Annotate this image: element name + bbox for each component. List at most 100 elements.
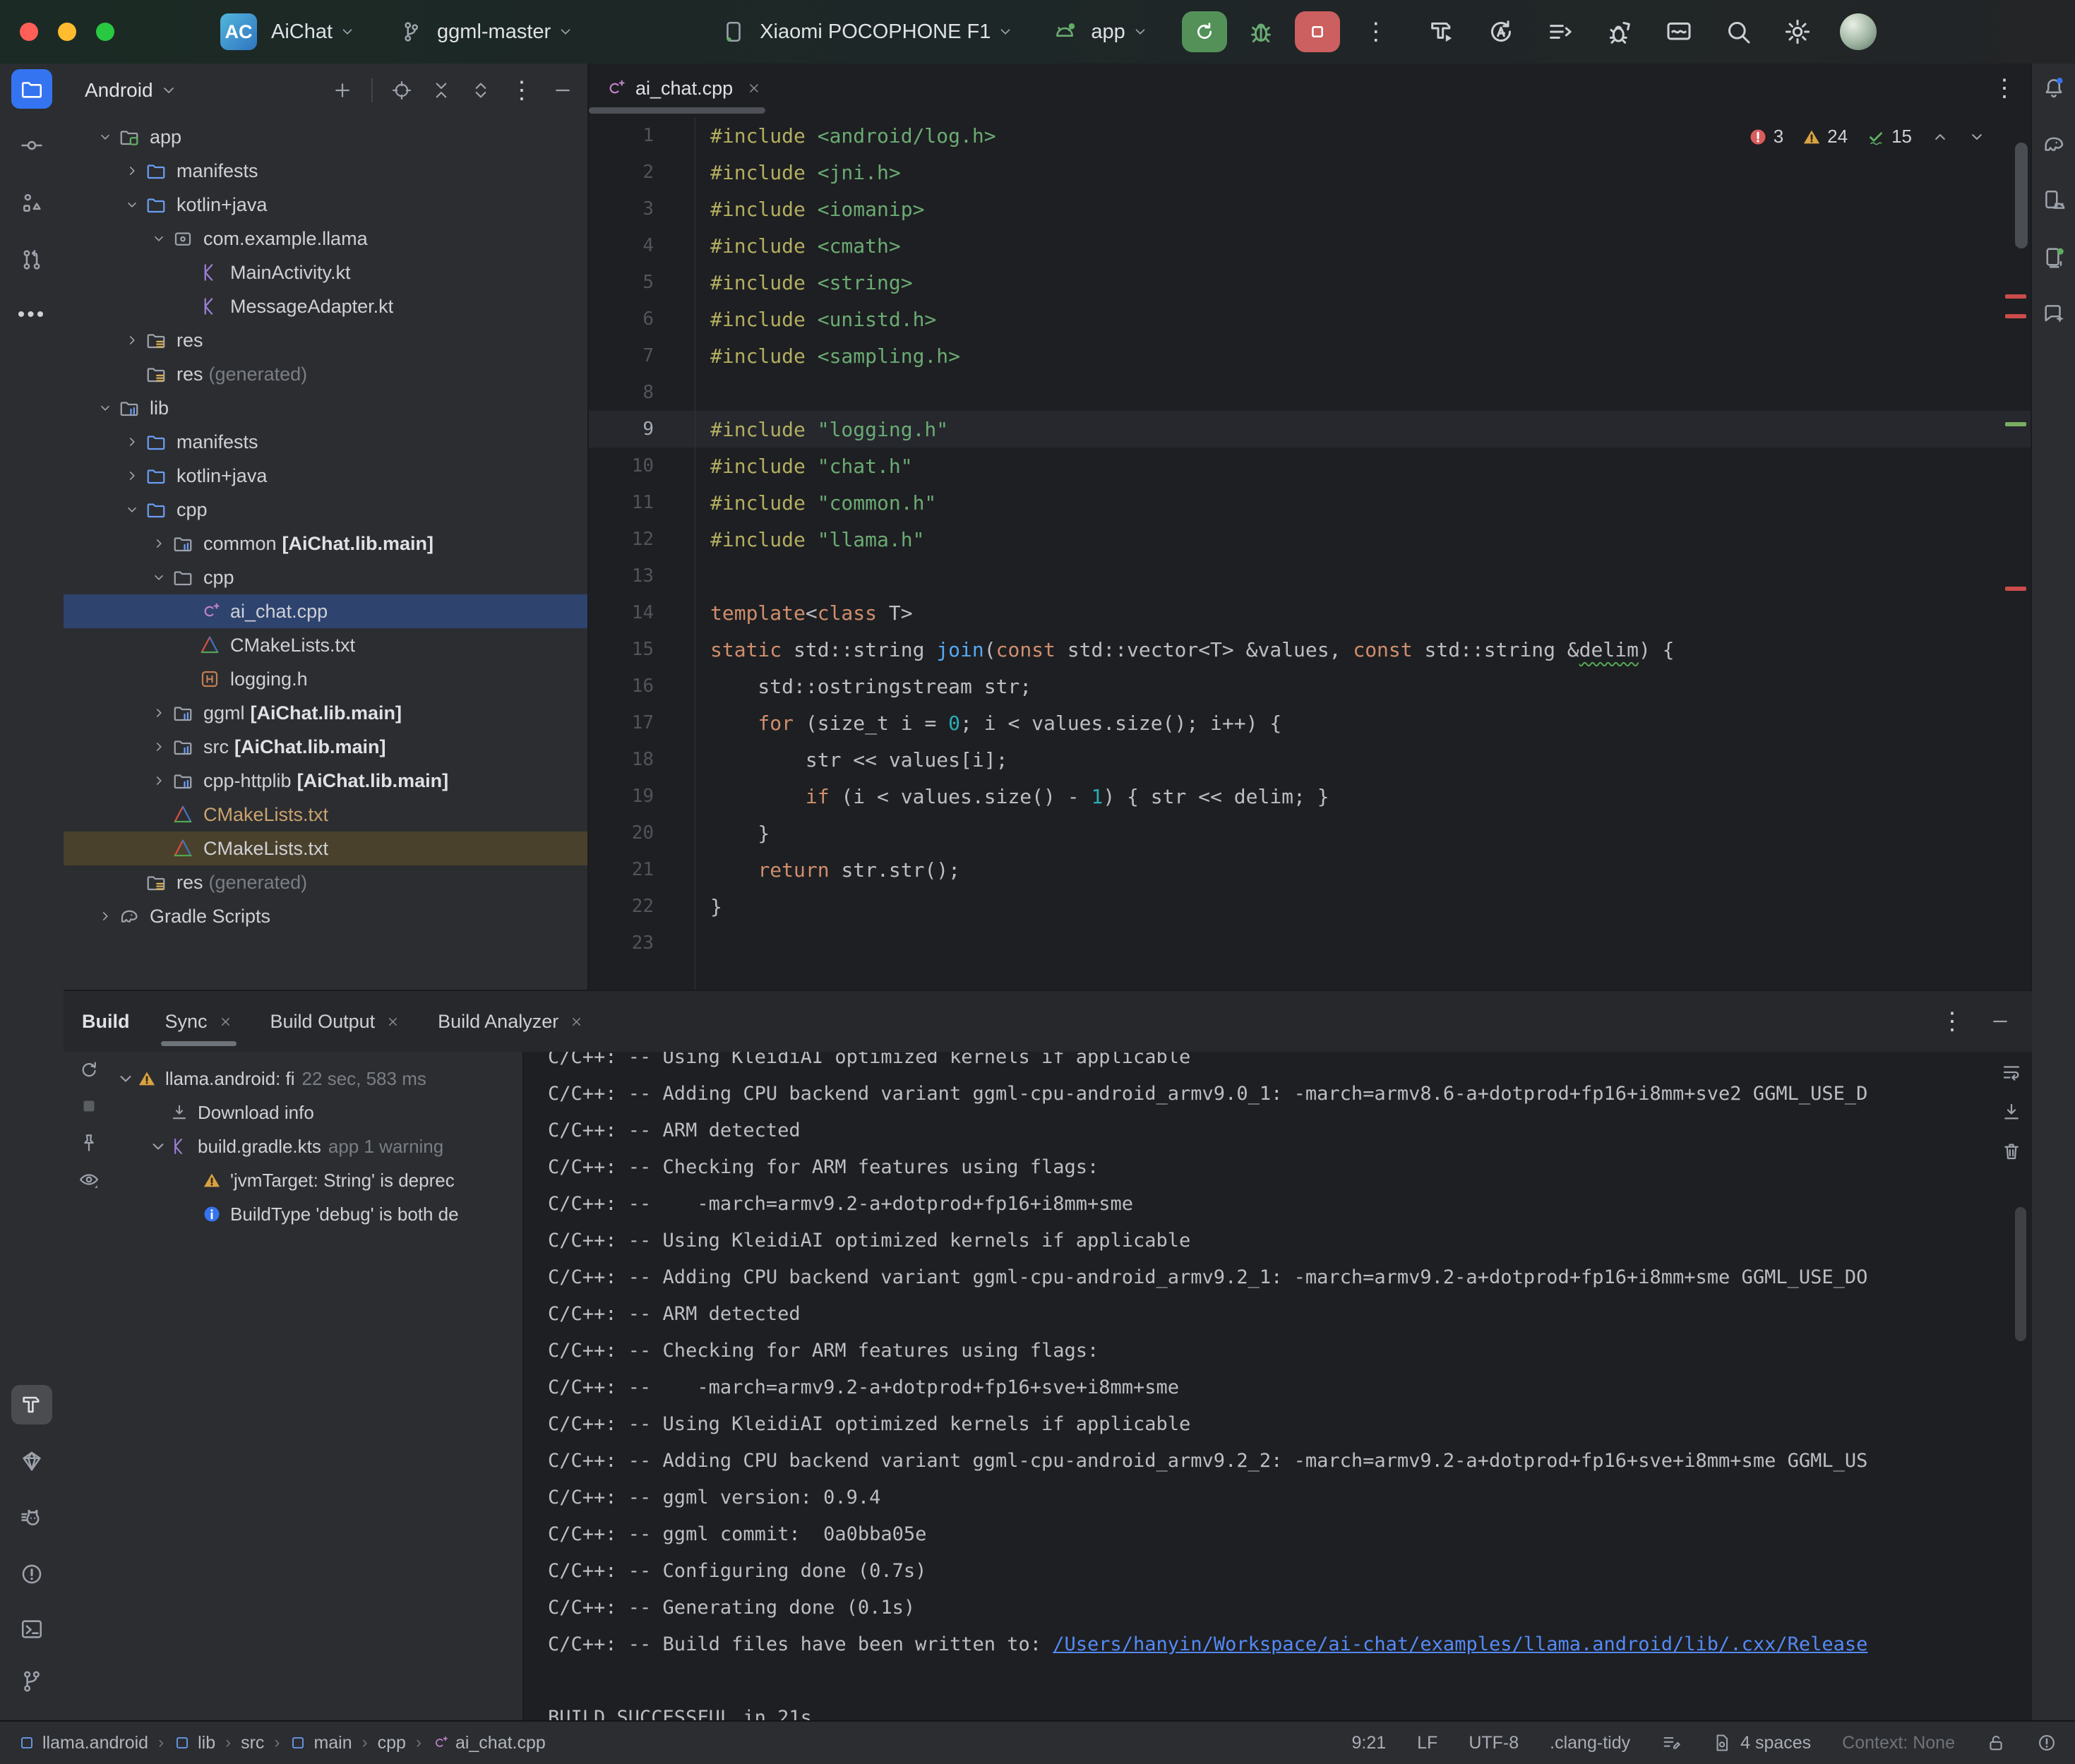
code-line[interactable]: 13	[589, 558, 2032, 594]
project-tree-row[interactable]: logging.h	[64, 662, 587, 696]
running-devices-button[interactable]	[2033, 237, 2074, 277]
editor-tab-ai-chat-cpp[interactable]: ai_chat.cpp	[589, 64, 777, 113]
zoom-window-button[interactable]	[96, 23, 114, 41]
stop-sync-icon[interactable]	[78, 1096, 100, 1117]
project-tree-row[interactable]: kotlin+java	[64, 188, 587, 222]
error-stripe-mark[interactable]	[2005, 587, 2026, 591]
file-encoding[interactable]: UTF-8	[1469, 1733, 1519, 1753]
vcs-widget[interactable]: ggml-master	[399, 20, 573, 44]
run-configuration-selector[interactable]: app	[1053, 20, 1147, 44]
code-line[interactable]: 21 return str.str();	[589, 851, 2032, 888]
panel-options-icon[interactable]: ⋮	[1940, 1007, 1964, 1036]
project-tree-row[interactable]: manifests	[64, 425, 587, 459]
build-output-console[interactable]: C/C++: -- Using KleidiAI optimized kerne…	[524, 1052, 2032, 1720]
unlock-icon[interactable]	[1986, 1733, 2006, 1753]
code-line[interactable]: 3#include <iomanip>	[589, 191, 2032, 227]
build-variants-icon[interactable]	[1546, 18, 1574, 46]
project-tree-row[interactable]: cpp	[64, 493, 587, 527]
sync-tree-row[interactable]: 'jvmTarget: String' is deprec	[116, 1163, 522, 1197]
error-indicator-icon[interactable]	[2037, 1733, 2057, 1753]
code-line[interactable]: 9#include "logging.h"	[589, 411, 2032, 448]
code-line[interactable]: 16 std::ostringstream str;	[589, 668, 2032, 704]
line-number[interactable]: 1	[589, 125, 654, 146]
code-line[interactable]: 4#include <cmath>	[589, 227, 2032, 264]
line-number[interactable]: 16	[589, 676, 654, 697]
project-tree-row[interactable]: res(generated)	[64, 357, 587, 391]
sync-tree-row[interactable]: llama.android: fi22 sec, 583 ms	[116, 1062, 522, 1096]
breadcrumb-item[interactable]: ai_chat.cpp	[431, 1733, 546, 1753]
line-number[interactable]: 8	[589, 382, 654, 403]
code-line[interactable]: 18 str << values[i];	[589, 741, 2032, 778]
project-tree-row[interactable]: kotlin+java	[64, 459, 587, 493]
new-file-plus-icon[interactable]	[332, 80, 353, 101]
breadcrumb-item[interactable]: lib	[174, 1733, 215, 1753]
editor-tab-options-icon[interactable]: ⋮	[1992, 74, 2016, 102]
project-tree-row[interactable]: CMakeLists.txt	[64, 628, 587, 662]
hide-panel-icon[interactable]	[1990, 1011, 2011, 1032]
project-tree-row[interactable]: app	[64, 120, 587, 154]
project-tool-window-button[interactable]	[11, 69, 52, 109]
locate-file-icon[interactable]	[391, 80, 412, 101]
close-window-button[interactable]	[20, 23, 38, 41]
code-line[interactable]: 17 for (size_t i = 0; i < values.size();…	[589, 704, 2032, 741]
change-stripe-mark[interactable]	[2005, 422, 2026, 426]
context-indicator[interactable]: Context: None	[1842, 1733, 1955, 1753]
scroll-to-end-icon[interactable]	[2001, 1101, 2022, 1122]
code-line[interactable]: 6#include <unistd.h>	[589, 301, 2032, 337]
project-tree-row[interactable]: com.example.llama	[64, 222, 587, 256]
breadcrumb-item[interactable]: main	[289, 1733, 352, 1753]
project-tree-row[interactable]: ai_chat.cpp	[64, 594, 587, 628]
soft-wrap-icon[interactable]	[2001, 1062, 2022, 1083]
more-tool-windows-button[interactable]: •••	[11, 295, 52, 335]
version-control-tool-window-button[interactable]	[11, 1662, 52, 1701]
code-line[interactable]: 11#include "common.h"	[589, 484, 2032, 521]
code-line[interactable]: 1#include <android/log.h>	[589, 117, 2032, 154]
collapse-all-icon[interactable]	[470, 80, 491, 101]
build-tab-sync[interactable]: Sync	[165, 1011, 232, 1033]
build-tab-build-output[interactable]: Build Output	[270, 1011, 400, 1033]
profiler-tool-window-button[interactable]	[11, 1498, 52, 1537]
code-line[interactable]: 14template<class T>	[589, 594, 2032, 631]
code-line[interactable]: 12#include "llama.h"	[589, 521, 2032, 558]
hide-panel-icon[interactable]	[552, 80, 573, 101]
close-tab-icon[interactable]	[747, 81, 761, 95]
editor-scrollbar-thumb[interactable]	[2015, 143, 2028, 248]
line-number[interactable]: 19	[589, 786, 654, 807]
clang-tidy-profile[interactable]: .clang-tidy	[1550, 1733, 1630, 1753]
project-tree-row[interactable]: MainActivity.kt	[64, 256, 587, 289]
preview-eye-icon[interactable]	[78, 1169, 100, 1190]
build-project-button[interactable]	[1428, 18, 1456, 46]
code-line[interactable]: 19 if (i < values.size() - 1) { str << d…	[589, 778, 2032, 815]
line-number[interactable]: 5	[589, 272, 654, 293]
code-style-icon[interactable]	[1661, 1733, 1681, 1753]
terminal-tool-window-button[interactable]	[11, 1609, 52, 1649]
code-line[interactable]: 23	[589, 925, 2032, 961]
code-line[interactable]: 20 }	[589, 815, 2032, 851]
project-tree-row[interactable]: lib	[64, 391, 587, 425]
line-number[interactable]: 15	[589, 639, 654, 660]
device-manager-button[interactable]	[2033, 181, 2074, 220]
line-number[interactable]: 20	[589, 822, 654, 844]
gradle-tool-window-button[interactable]	[2033, 124, 2074, 164]
close-tab-icon[interactable]	[386, 1015, 400, 1028]
project-tree-row[interactable]: CMakeLists.txt	[64, 832, 587, 865]
minimize-window-button[interactable]	[58, 23, 76, 41]
build-output-path-link[interactable]: /Users/hanyin/Workspace/ai-chat/examples…	[1053, 1633, 1867, 1655]
project-tree-row[interactable]: res(generated)	[64, 865, 587, 899]
line-number[interactable]: 11	[589, 492, 654, 513]
breadcrumb-item[interactable]: cpp	[378, 1733, 406, 1753]
error-stripe-mark[interactable]	[2005, 314, 2026, 318]
device-selector[interactable]: Xiaomi POCOPHONE F1	[722, 20, 1013, 44]
build-tool-window-button[interactable]	[11, 1385, 52, 1424]
code-line[interactable]: 10#include "chat.h"	[589, 448, 2032, 484]
project-tree-row[interactable]: src[AiChat.lib.main]	[64, 730, 587, 764]
project-tree-row[interactable]: CMakeLists.txt	[64, 798, 587, 832]
app-quality-insights-button[interactable]	[11, 1441, 52, 1481]
line-number[interactable]: 10	[589, 455, 654, 476]
indent-size[interactable]: 4 spaces	[1740, 1733, 1811, 1753]
project-tree-row[interactable]: manifests	[64, 154, 587, 188]
breadcrumb-item[interactable]: src	[241, 1733, 264, 1753]
line-number[interactable]: 12	[589, 529, 654, 550]
sync-project-gradle-icon[interactable]	[1487, 18, 1515, 46]
close-tab-icon[interactable]	[570, 1015, 583, 1028]
